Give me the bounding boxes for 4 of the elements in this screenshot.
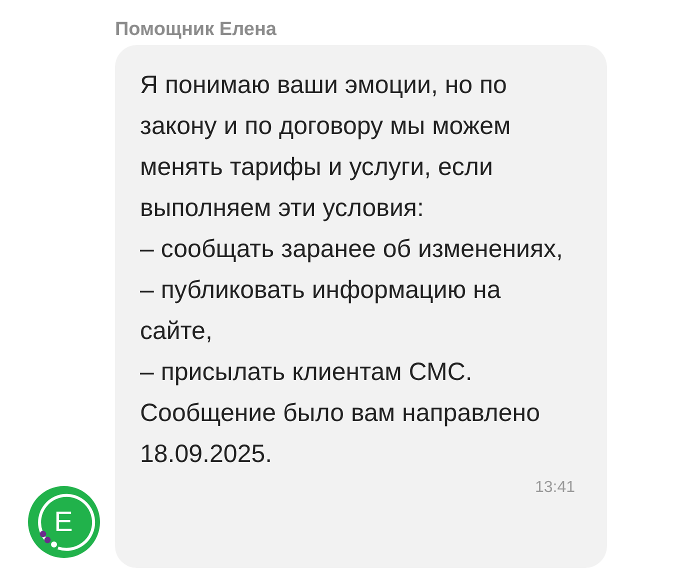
avatar: Е: [28, 486, 100, 558]
message-time: 13:41: [534, 479, 575, 497]
sender-name: Помощник Елена: [115, 19, 276, 42]
message-text: Я понимаю ваши эмоции, но по закону и по договору мы можем менять тарифы и услуги, если выполняем эти условия: – сообщать заранее об изменениях, – публиковать информацию на сайте, – присылать клиентам СМС. Сообщение было вам направлено 18.09.2025.: [140, 70, 564, 470]
